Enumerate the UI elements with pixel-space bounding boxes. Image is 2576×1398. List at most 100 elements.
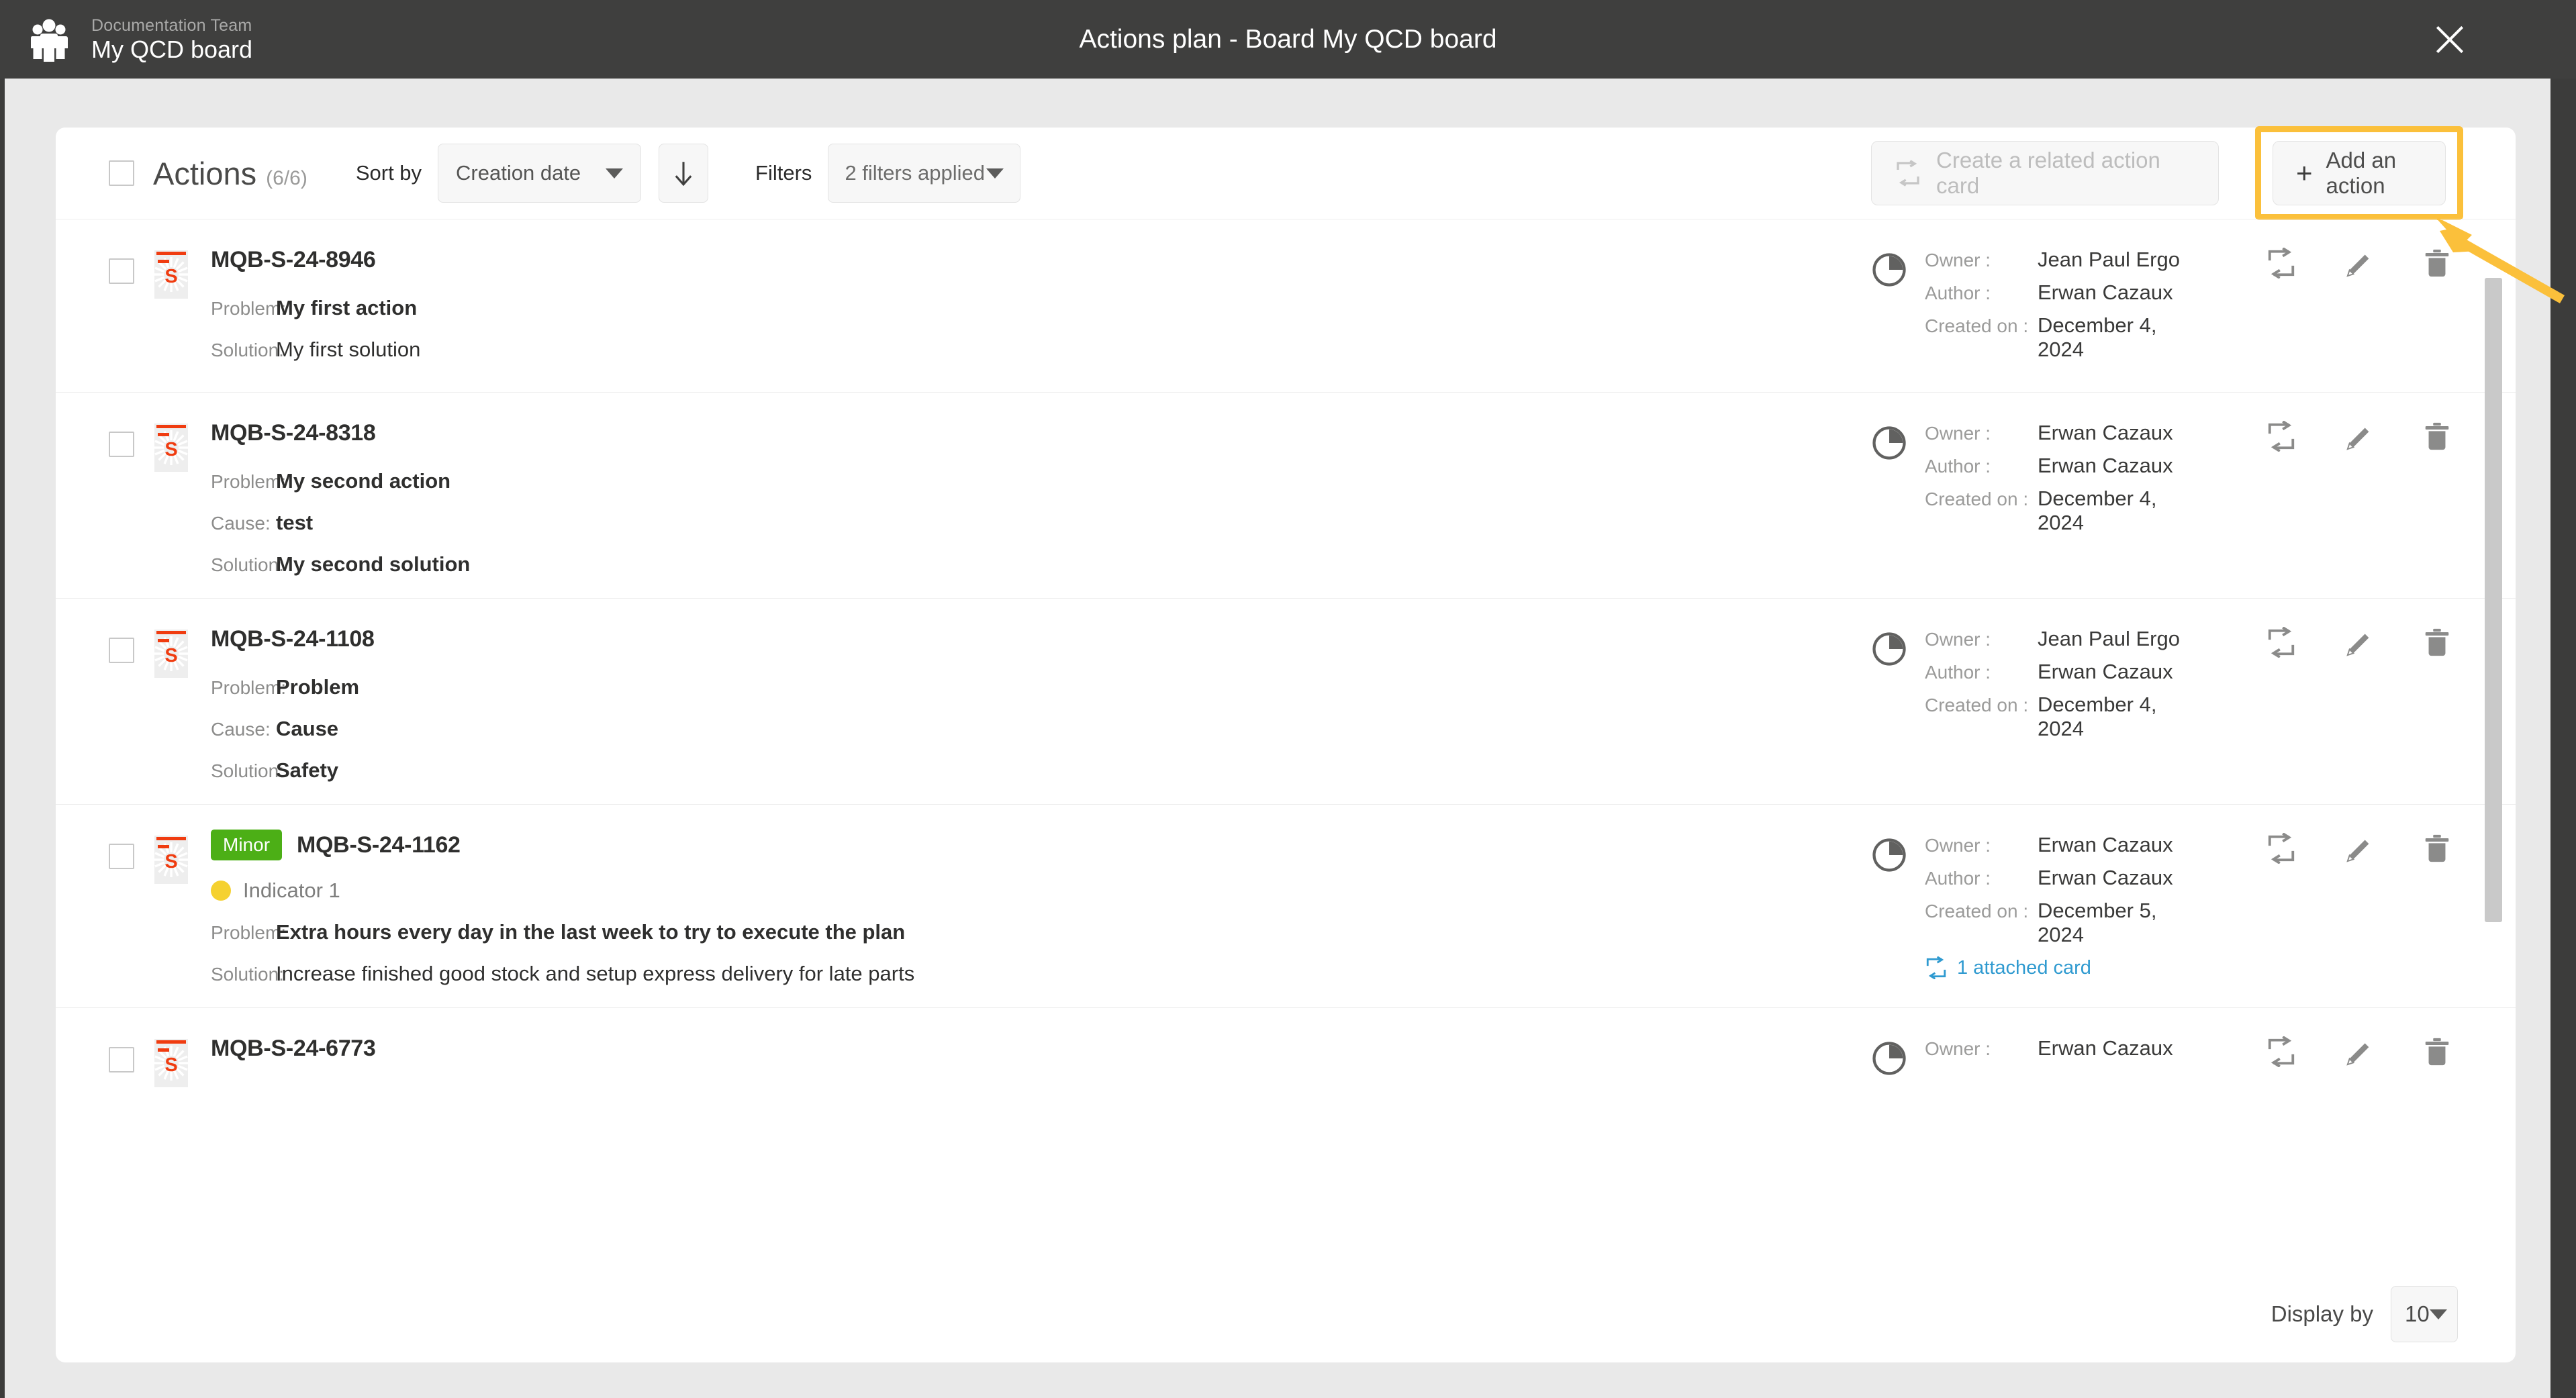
select-all-checkbox[interactable] [109,160,134,186]
row-action-buttons [2266,627,2516,658]
plus-icon: + [2296,157,2313,189]
problem-label: Problem: [211,471,287,492]
row-author: Author : Erwan Cazaux [1925,660,2207,684]
owner-label: Owner : [1925,1038,1991,1059]
row-metadata: Owner : Erwan Cazaux Author : Erwan Caza… [1925,833,2207,979]
edit-pencil-icon[interactable] [2344,1036,2375,1067]
delete-trash-icon[interactable] [2422,1036,2452,1067]
page-right-edge [2550,79,2576,1398]
row-checkbox[interactable] [109,638,134,663]
owner-label: Owner : [1925,423,1991,444]
action-reference: MQB-S-24-8946 [211,246,376,272]
sort-by-select[interactable]: Creation date [438,144,642,203]
actions-toolbar: Actions (6/6) Sort by Creation date Filt… [56,126,2516,220]
edit-pencil-icon[interactable] [2344,833,2375,864]
problem-value: My second action [276,469,451,493]
edit-pencil-icon[interactable] [2344,627,2375,658]
delete-trash-icon[interactable] [2422,627,2452,658]
row-created-on: Created on : December 5, 2024 [1925,899,2207,947]
create-related-card-icon[interactable] [2266,248,2297,279]
table-row[interactable]: S Minor MQB-S-24-1162 Indicator 1 Proble… [56,804,2516,1007]
svg-text:S: S [164,266,177,287]
problem-label: Problem: [211,922,287,943]
row-field-problem: Problem: Extra hours every day in the la… [211,920,1871,944]
solution-label: Solution: [211,760,284,781]
action-reference: MQB-S-24-6773 [211,1035,376,1061]
create-related-card-icon[interactable] [2266,1036,2297,1067]
row-owner: Owner : Jean Paul Ergo [1925,248,2207,272]
row-owner: Owner : Erwan Cazaux [1925,833,2207,857]
owner-value: Erwan Cazaux [2038,1036,2173,1060]
close-button[interactable] [2410,0,2490,79]
svg-text:S: S [164,439,177,460]
created-on-label: Created on : [1925,695,2029,715]
row-field-solution: Solution: My second solution [211,552,1871,577]
delete-trash-icon[interactable] [2422,421,2452,452]
board-brand: Documentation Team My QCD board [24,15,252,64]
table-row[interactable]: S MQB-S-24-6773 Owner : Erwan Cazaux [56,1007,2516,1109]
create-related-card-icon[interactable] [2266,627,2297,658]
cause-value: Cause [276,717,339,740]
create-related-action-card-button[interactable]: Create a related action card [1871,141,2219,205]
edit-pencil-icon[interactable] [2344,421,2375,452]
row-checkbox[interactable] [109,432,134,457]
filters-select[interactable]: 2 filters applied [828,144,1021,203]
row-checkbox[interactable] [109,258,134,284]
display-by-label: Display by [2271,1301,2373,1326]
table-row[interactable]: S MQB-S-24-8318 Problem: My second actio… [56,392,2516,598]
add-action-button[interactable]: + Add an action [2273,141,2446,205]
create-related-card-icon[interactable] [2266,421,2297,452]
add-action-highlight: + Add an action [2255,126,2463,220]
related-card-icon [1897,160,1919,187]
row-checkbox[interactable] [109,1047,134,1072]
add-action-label: Add an action [2326,148,2397,198]
row-created-on: Created on : December 4, 2024 [1925,313,2207,362]
actions-footer: Display by 10 [56,1266,2516,1362]
table-row[interactable]: S MQB-S-24-8946 Problem: My first action… [56,219,2516,392]
author-value: Erwan Cazaux [2038,281,2173,304]
display-by-value: 10 [2405,1301,2430,1326]
author-label: Author : [1925,283,1991,303]
sort-by-value: Creation date [456,161,581,185]
solution-value: Increase finished good stock and setup e… [276,962,915,985]
chevron-down-icon [2429,1309,2447,1319]
cause-label: Cause: [211,513,271,534]
owner-value: Erwan Cazaux [2038,833,2173,856]
actions-heading-text: Actions [153,155,257,191]
arrow-down-icon [675,162,692,187]
cause-label: Cause: [211,719,271,740]
sort-direction-button[interactable] [659,144,709,203]
problem-label: Problem: [211,298,287,319]
author-label: Author : [1925,662,1991,683]
board-name: My QCD board [91,35,253,63]
row-created-on: Created on : December 4, 2024 [1925,487,2207,535]
owner-value: Jean Paul Ergo [2038,627,2180,650]
row-metadata: Owner : Jean Paul Ergo Author : Erwan Ca… [1925,248,2207,370]
table-row[interactable]: S MQB-S-24-1108 Problem: Problem Cause: … [56,598,2516,804]
problem-value: Extra hours every day in the last week t… [276,920,906,944]
solution-label: Solution: [211,554,284,575]
row-field-problem: Problem: My second action [211,469,1871,493]
row-checkbox[interactable] [109,844,134,869]
actions-panel: Actions (6/6) Sort by Creation date Filt… [56,126,2516,1362]
safety-card-icon: S [154,630,188,678]
svg-text:S: S [164,1054,177,1076]
delete-trash-icon[interactable] [2422,833,2452,864]
row-created-on: Created on : December 4, 2024 [1925,693,2207,741]
create-related-card-icon[interactable] [2266,833,2297,864]
row-metadata: Owner : Jean Paul Ergo Author : Erwan Ca… [1925,627,2207,750]
row-action-buttons [2266,1036,2516,1067]
attached-card-link[interactable]: 1 attached card [1925,956,2207,979]
actions-list-scrollbar-thumb[interactable] [2485,278,2502,922]
delete-trash-icon[interactable] [2422,248,2452,279]
actions-count: (6/6) [266,166,307,189]
toolbar-actions: Create a related action card + Add an ac… [1871,126,2516,220]
action-reference: MQB-S-24-1162 [297,832,461,858]
problem-value: Problem [276,675,360,699]
row-author: Author : Erwan Cazaux [1925,454,2207,478]
owner-label: Owner : [1925,835,1991,856]
edit-pencil-icon[interactable] [2344,248,2375,279]
display-by-select[interactable]: 10 [2391,1286,2458,1342]
svg-text:S: S [164,645,177,666]
actions-heading: Actions (6/6) [153,155,307,192]
